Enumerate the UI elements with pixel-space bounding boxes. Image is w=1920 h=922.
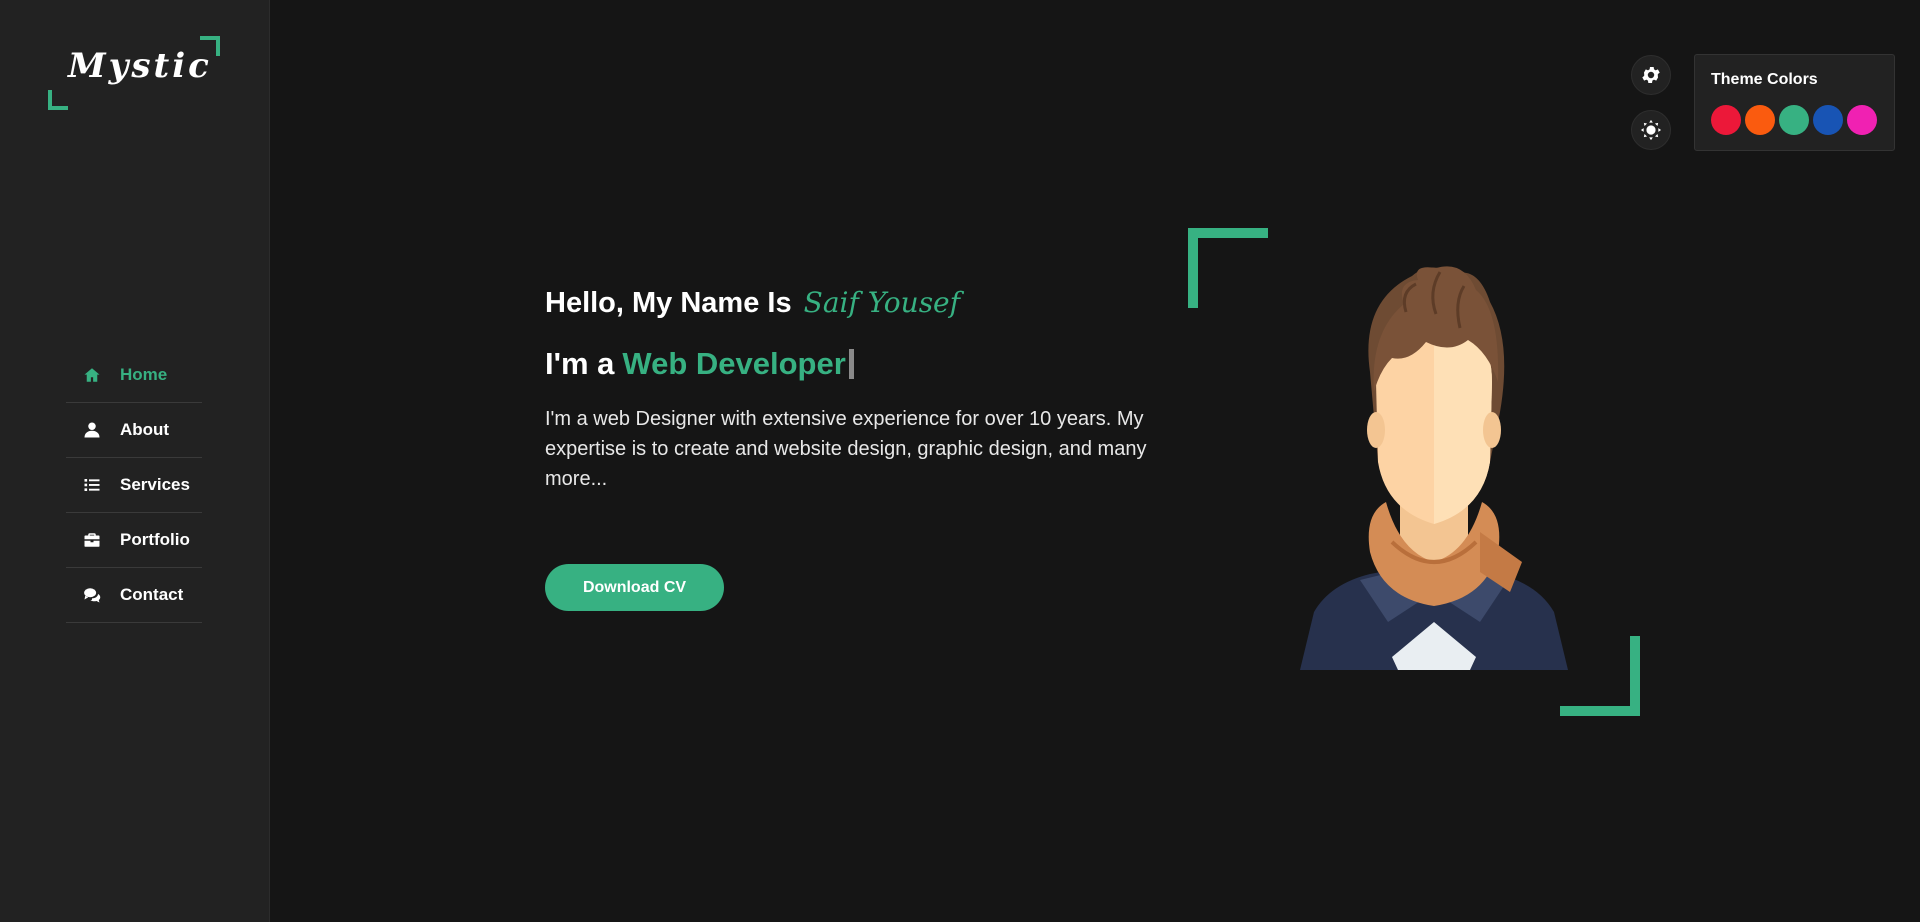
logo[interactable]: Mystic xyxy=(48,36,220,110)
sun-icon xyxy=(1640,119,1662,141)
nav-item-about[interactable]: About xyxy=(66,403,202,458)
role-text: Web Developer xyxy=(622,346,846,381)
frame-corner-top-left xyxy=(1188,228,1268,308)
comments-icon xyxy=(82,586,102,604)
color-swatches xyxy=(1711,105,1877,135)
nav-item-services[interactable]: Services xyxy=(66,458,202,513)
avatar-illustration xyxy=(1300,266,1568,670)
nav-item-label: Portfolio xyxy=(120,530,190,549)
theme-colors-panel: Theme Colors xyxy=(1694,54,1895,151)
hero-role: I'm a Web Developer xyxy=(545,346,854,382)
hero-greeting: Hello, My Name Is Saif Yousef xyxy=(545,286,960,320)
nav-item-contact[interactable]: Contact xyxy=(66,568,202,623)
typing-cursor xyxy=(848,349,854,379)
main-nav: Home About Services Portfolio Contact xyxy=(66,348,202,623)
nav-item-label: Home xyxy=(120,365,168,384)
swatch-red[interactable] xyxy=(1711,105,1741,135)
swatch-pink[interactable] xyxy=(1847,105,1877,135)
greeting-text: Hello, My Name Is xyxy=(545,287,792,319)
nav-item-label: Contact xyxy=(120,585,184,604)
swatch-green[interactable] xyxy=(1779,105,1809,135)
logo-text: Mystic xyxy=(68,46,212,86)
briefcase-icon xyxy=(82,531,102,549)
hero-name: Saif Yousef xyxy=(803,286,960,319)
gear-icon xyxy=(1642,67,1660,83)
role-prefix: I'm a xyxy=(545,346,615,381)
sidebar: Mystic Home About Services Portfolio Con… xyxy=(0,0,270,922)
nav-item-portfolio[interactable]: Portfolio xyxy=(66,513,202,568)
download-cv-button[interactable]: Download CV xyxy=(545,564,724,611)
swatch-orange[interactable] xyxy=(1745,105,1775,135)
theme-panel-title: Theme Colors xyxy=(1711,71,1818,88)
nav-item-label: About xyxy=(120,420,170,439)
day-night-toggle[interactable] xyxy=(1631,110,1671,150)
user-icon xyxy=(82,421,102,439)
swatch-blue[interactable] xyxy=(1813,105,1843,135)
logo-corner-bottom-left xyxy=(48,90,68,110)
hero-description: I'm a web Designer with extensive experi… xyxy=(545,408,1147,490)
list-icon xyxy=(82,476,102,494)
home-icon xyxy=(82,366,102,384)
nav-item-home[interactable]: Home xyxy=(66,348,202,403)
settings-button[interactable] xyxy=(1631,55,1671,95)
frame-corner-bottom-right xyxy=(1560,636,1640,716)
nav-item-label: Services xyxy=(120,475,190,494)
